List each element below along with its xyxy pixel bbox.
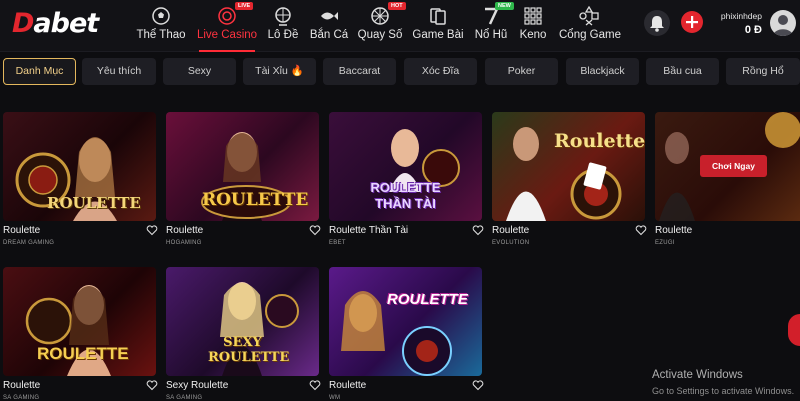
logo-letter-d: D <box>12 8 34 39</box>
game-thumbnail[interactable]: Chơi Ngay <box>655 112 800 221</box>
game-provider: SA GAMING <box>166 395 203 401</box>
game-title: Roulette <box>329 380 367 391</box>
tab-danh-muc[interactable]: Danh Mục <box>3 58 76 85</box>
hot-badge: HOT <box>388 2 406 10</box>
game-title: Roulette <box>3 380 41 391</box>
heart-icon[interactable] <box>472 224 484 236</box>
nav-label: Cổng Game <box>559 29 622 41</box>
gamepad-shapes-icon <box>579 6 599 26</box>
game-thumbnail[interactable]: ROULETTE <box>329 267 482 376</box>
nav-the-thao[interactable]: Thể Thao <box>130 0 192 52</box>
game-provider: SA GAMING <box>3 395 40 401</box>
game-thumbnail[interactable]: ROULETTE <box>3 267 156 376</box>
nav-label: Bắn Cá <box>309 29 349 41</box>
thumbnail-text: ROULETTE THẦN TÀI <box>370 180 441 211</box>
tab-rong-ho[interactable]: Rồng Hổ <box>726 58 800 85</box>
activate-windows-subtitle: Go to Settings to activate Windows. <box>652 386 795 396</box>
balance: 0 Đ <box>744 24 762 36</box>
lucky-wheel-icon <box>371 7 389 25</box>
tab-tai-xiu[interactable]: Tài Xỉu 🔥 <box>243 58 316 85</box>
game-title: Roulette <box>492 225 530 236</box>
notification-button[interactable] <box>644 10 670 36</box>
nav-label: Quay Số <box>357 29 403 41</box>
game-provider: DREAM GAMING <box>3 240 55 246</box>
heart-icon[interactable] <box>472 379 484 391</box>
game-title: Roulette <box>3 225 41 236</box>
thumbnail-text: ROULETTE <box>387 291 468 308</box>
fish-icon <box>321 12 338 20</box>
username: phixinhdep <box>720 11 762 21</box>
game-provider: EVOLUTION <box>492 240 530 246</box>
heart-icon[interactable] <box>635 224 647 236</box>
lottery-wheel-icon <box>275 7 291 26</box>
tab-baccarat[interactable]: Baccarat <box>323 58 396 85</box>
live-badge: LIVE <box>235 2 254 10</box>
game-title: Roulette <box>655 225 693 236</box>
thumbnail-text: ROULETTE <box>37 344 129 363</box>
game-title: Roulette <box>166 225 204 236</box>
nav-game-bai[interactable]: Game Bài <box>412 0 464 52</box>
thumbnail-text: ROULETTE <box>202 190 309 210</box>
tab-yeu-thich[interactable]: Yêu thích <box>82 58 156 85</box>
heart-icon[interactable] <box>146 224 158 236</box>
nav-ban-ca[interactable]: Bắn Cá <box>308 0 350 52</box>
tab-poker[interactable]: Poker <box>485 58 558 85</box>
nav-label: Game Bài <box>412 29 464 41</box>
keno-grid-icon <box>524 7 542 25</box>
game-title: Roulette Thần Tài <box>329 225 409 236</box>
nav-live-casino[interactable]: LIVE Live Casino <box>195 0 259 52</box>
nav-label: Nổ Hũ <box>474 29 508 41</box>
new-badge: NEW <box>495 2 514 10</box>
nav-label: Live Casino <box>196 29 258 41</box>
nav-label: Keno <box>519 29 547 41</box>
play-now-button[interactable]: Chơi Ngay <box>700 155 767 177</box>
tab-xoc-dia[interactable]: Xóc Đĩa <box>404 58 477 85</box>
deposit-button[interactable] <box>681 11 703 33</box>
nav-label: Thể Thao <box>136 29 186 41</box>
game-title: Sexy Roulette <box>166 380 229 391</box>
heart-icon[interactable] <box>309 379 321 391</box>
roulette-thumbnail-art <box>506 127 622 221</box>
heart-icon[interactable] <box>146 379 158 391</box>
dabet-logo[interactable]: Dabet <box>12 8 122 42</box>
category-tabs: Danh Mục Yêu thích Sexy Tài Xỉu 🔥 Baccar… <box>0 58 800 86</box>
nav-no-hu[interactable]: NEW Nổ Hũ <box>473 0 514 52</box>
logo-text: abet <box>33 8 99 39</box>
roulette-thumbnail-art <box>341 291 452 376</box>
user-avatar-icon <box>773 15 793 36</box>
game-thumbnail[interactable]: Roulette <box>492 112 645 221</box>
game-thumbnail[interactable]: ROULETTE <box>166 112 319 221</box>
game-provider: EBET <box>329 240 346 246</box>
game-thumbnail[interactable]: ROULETTE THẦN TÀI <box>329 112 482 221</box>
nav-quay-so[interactable]: HOT Quay Số <box>356 0 406 52</box>
nav-cong-game[interactable]: Cổng Game <box>559 0 622 52</box>
tab-blackjack[interactable]: Blackjack <box>566 58 639 85</box>
game-provider: WM <box>329 395 341 401</box>
nav-lo-de[interactable]: Lô Đề <box>263 0 303 52</box>
tab-bau-cua[interactable]: Bầu cua <box>646 58 719 85</box>
nav-keno[interactable]: Keno <box>518 0 548 52</box>
floating-support-button[interactable] <box>788 314 800 346</box>
playing-cards-icon <box>430 8 446 25</box>
game-thumbnail[interactable]: SEXY ROULETTE <box>166 267 319 376</box>
casino-chip-icon <box>218 7 236 25</box>
thumbnail-text: ROULETTE <box>47 194 141 212</box>
tab-sexy[interactable]: Sexy <box>163 58 236 85</box>
avatar[interactable] <box>770 10 796 36</box>
thumbnail-text: Roulette <box>554 130 645 152</box>
game-thumbnail[interactable]: ROULETTE <box>3 112 156 221</box>
top-navigation-bar: Dabet Thể Thao LIVE Live Casino Lô Đề Bắ… <box>0 0 800 52</box>
game-provider: EZUGI <box>655 240 675 246</box>
soccer-ball-icon <box>152 7 170 25</box>
bell-icon <box>650 16 664 32</box>
plus-icon <box>686 16 698 28</box>
nav-label: Lô Đề <box>267 29 299 41</box>
activate-windows-title: Activate Windows <box>652 369 743 381</box>
game-provider: HOGAMING <box>166 240 202 246</box>
heart-icon[interactable] <box>309 224 321 236</box>
thumbnail-text: SEXY ROULETTE <box>208 335 290 365</box>
